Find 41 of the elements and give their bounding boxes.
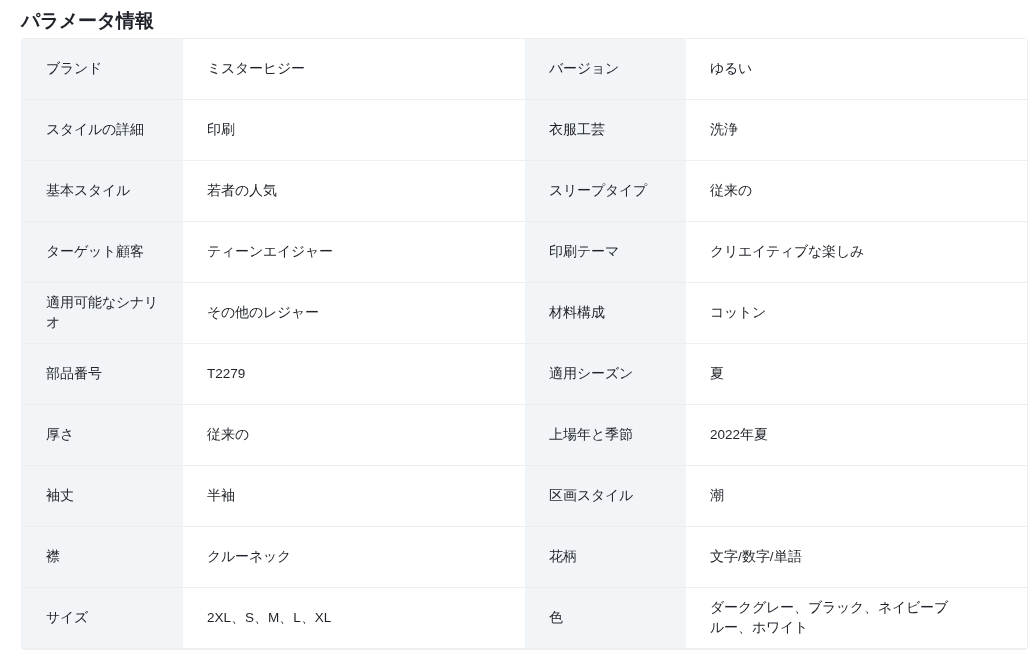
parameter-label: 適用可能なシナリオ <box>46 294 159 332</box>
parameter-value: T2279 <box>207 365 246 383</box>
section-title: パラメータ情報 <box>21 9 155 33</box>
parameter-label: バージョン <box>549 60 619 78</box>
parameter-label: 印刷テーマ <box>549 243 619 261</box>
parameter-label: 色 <box>549 609 563 627</box>
parameter-value: その他のレジャー <box>207 304 319 322</box>
parameter-value: 半袖 <box>207 487 235 505</box>
parameter-value: 文字/数字/単語 <box>710 548 802 566</box>
parameter-value: 従来の <box>207 426 249 444</box>
parameter-label: 花柄 <box>549 548 577 566</box>
parameter-label: 厚さ <box>46 426 74 444</box>
parameter-label: サイズ <box>46 609 88 627</box>
parameter-value: 従来の <box>710 182 752 200</box>
parameter-value: 夏 <box>710 365 724 383</box>
parameter-label: 区画スタイル <box>549 487 633 505</box>
parameter-label: 衣服工芸 <box>549 121 605 139</box>
parameter-value: クルーネック <box>207 548 291 566</box>
parameter-value: ミスターヒジー <box>207 60 305 78</box>
parameter-value: 潮 <box>710 487 724 505</box>
parameter-value: ゆるい <box>710 60 752 78</box>
parameter-label: スタイルの詳細 <box>46 121 144 139</box>
parameter-label: ターゲット顧客 <box>46 243 144 261</box>
parameter-value: クリエイティブな楽しみ <box>710 243 864 261</box>
parameter-label: 適用シーズン <box>549 365 633 383</box>
parameter-value: コットン <box>710 304 766 322</box>
parameter-label: ブランド <box>46 60 102 78</box>
parameter-label: 部品番号 <box>46 365 102 383</box>
parameter-value: 2XL、S、M、L、XL <box>207 609 332 627</box>
parameter-label: 材料構成 <box>549 304 605 322</box>
parameter-value: 印刷 <box>207 121 235 139</box>
parameter-value: ダークグレー、ブラック、ネイビーブルー、ホワイト <box>710 599 949 637</box>
parameter-label: 上場年と季節 <box>549 426 633 444</box>
parameter-label: 襟 <box>46 548 60 566</box>
parameter-label: 基本スタイル <box>46 182 130 200</box>
parameter-value: ティーンエイジャー <box>207 243 333 261</box>
parameter-value: 2022年夏 <box>710 426 769 444</box>
parameter-label: 袖丈 <box>46 487 74 505</box>
parameter-label: スリープタイプ <box>549 182 647 200</box>
parameter-value: 洗浄 <box>710 121 738 139</box>
parameter-value: 若者の人気 <box>207 182 277 200</box>
